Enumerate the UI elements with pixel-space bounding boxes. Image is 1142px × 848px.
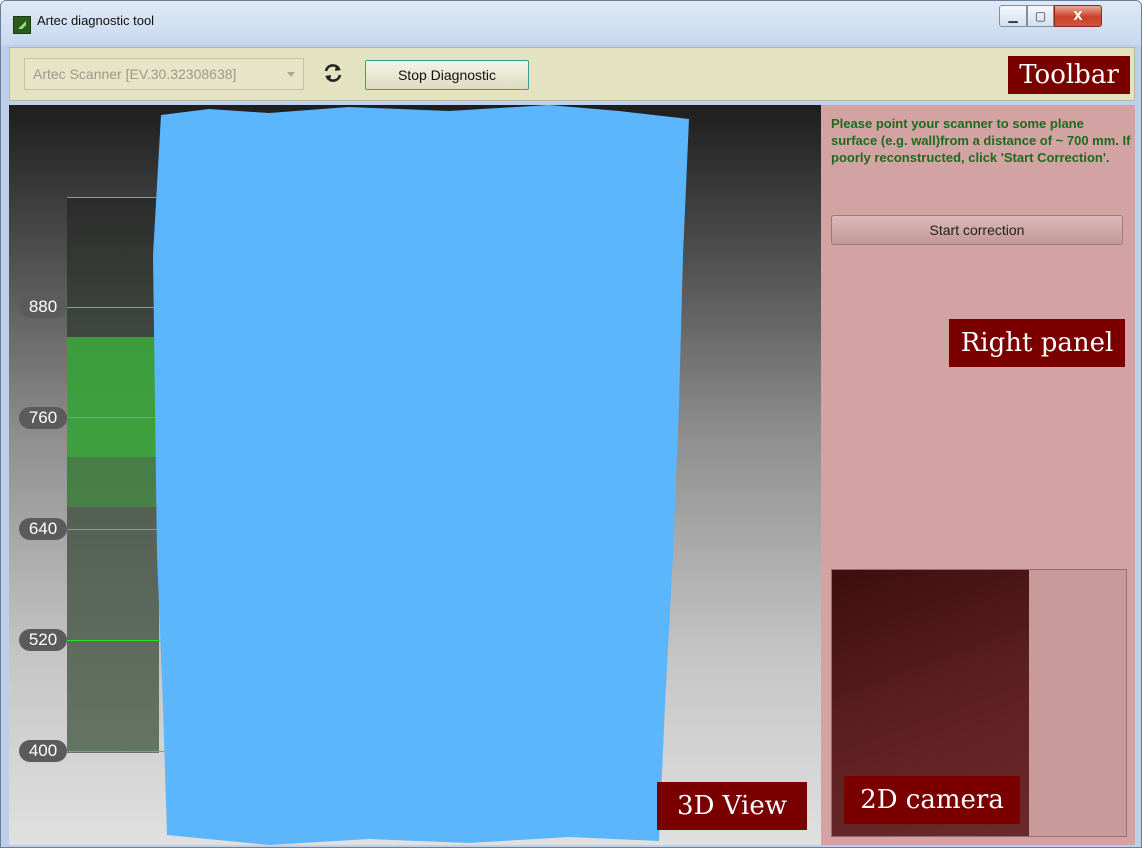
close-button[interactable]: X xyxy=(1054,5,1102,27)
toolbar-annotation: Toolbar xyxy=(1008,56,1130,94)
window-title: Artec diagnostic tool xyxy=(37,13,155,28)
scale-tick-label: 640 xyxy=(19,518,67,540)
toolbar: Artec Scanner [EV.30.32308638] Stop Diag… xyxy=(9,47,1135,101)
point-cloud xyxy=(153,105,689,845)
scale-tick-label: 880 xyxy=(19,296,67,318)
scale-tick-label: 400 xyxy=(19,740,67,762)
scanner-select[interactable]: Artec Scanner [EV.30.32308638] xyxy=(24,58,304,90)
scale-tick-label: 760 xyxy=(19,407,67,429)
app-logo-icon xyxy=(13,16,31,34)
stop-diagnostic-button[interactable]: Stop Diagnostic xyxy=(365,60,529,90)
scanner-select-value: Artec Scanner [EV.30.32308638] xyxy=(33,66,237,82)
3d-view-annotation: 3D View xyxy=(657,782,807,830)
title-bar[interactable]: Artec diagnostic tool ▁ ▢ X xyxy=(1,1,1141,45)
scale-tick-label: 520 xyxy=(19,629,67,651)
2d-camera-view: 2D camera xyxy=(831,569,1127,837)
maximize-button[interactable]: ▢ xyxy=(1027,5,1054,27)
right-panel-annotation: Right panel xyxy=(949,319,1125,367)
instructions-text: Please point your scanner to some plane … xyxy=(831,116,1131,165)
depth-histogram-bar xyxy=(67,457,159,507)
minimize-button[interactable]: ▁ xyxy=(999,5,1027,27)
depth-histogram-bar xyxy=(67,337,159,457)
app-window: Artec diagnostic tool ▁ ▢ X Artec Scanne… xyxy=(0,0,1142,848)
start-correction-button[interactable]: Start correction xyxy=(831,215,1123,245)
3d-view[interactable]: 880 760 640 520 400 3D View xyxy=(9,105,821,845)
right-panel: Please point your scanner to some plane … xyxy=(821,105,1135,845)
refresh-icon[interactable] xyxy=(322,62,344,84)
2d-camera-annotation: 2D camera xyxy=(844,776,1020,824)
chevron-down-icon xyxy=(287,72,295,77)
